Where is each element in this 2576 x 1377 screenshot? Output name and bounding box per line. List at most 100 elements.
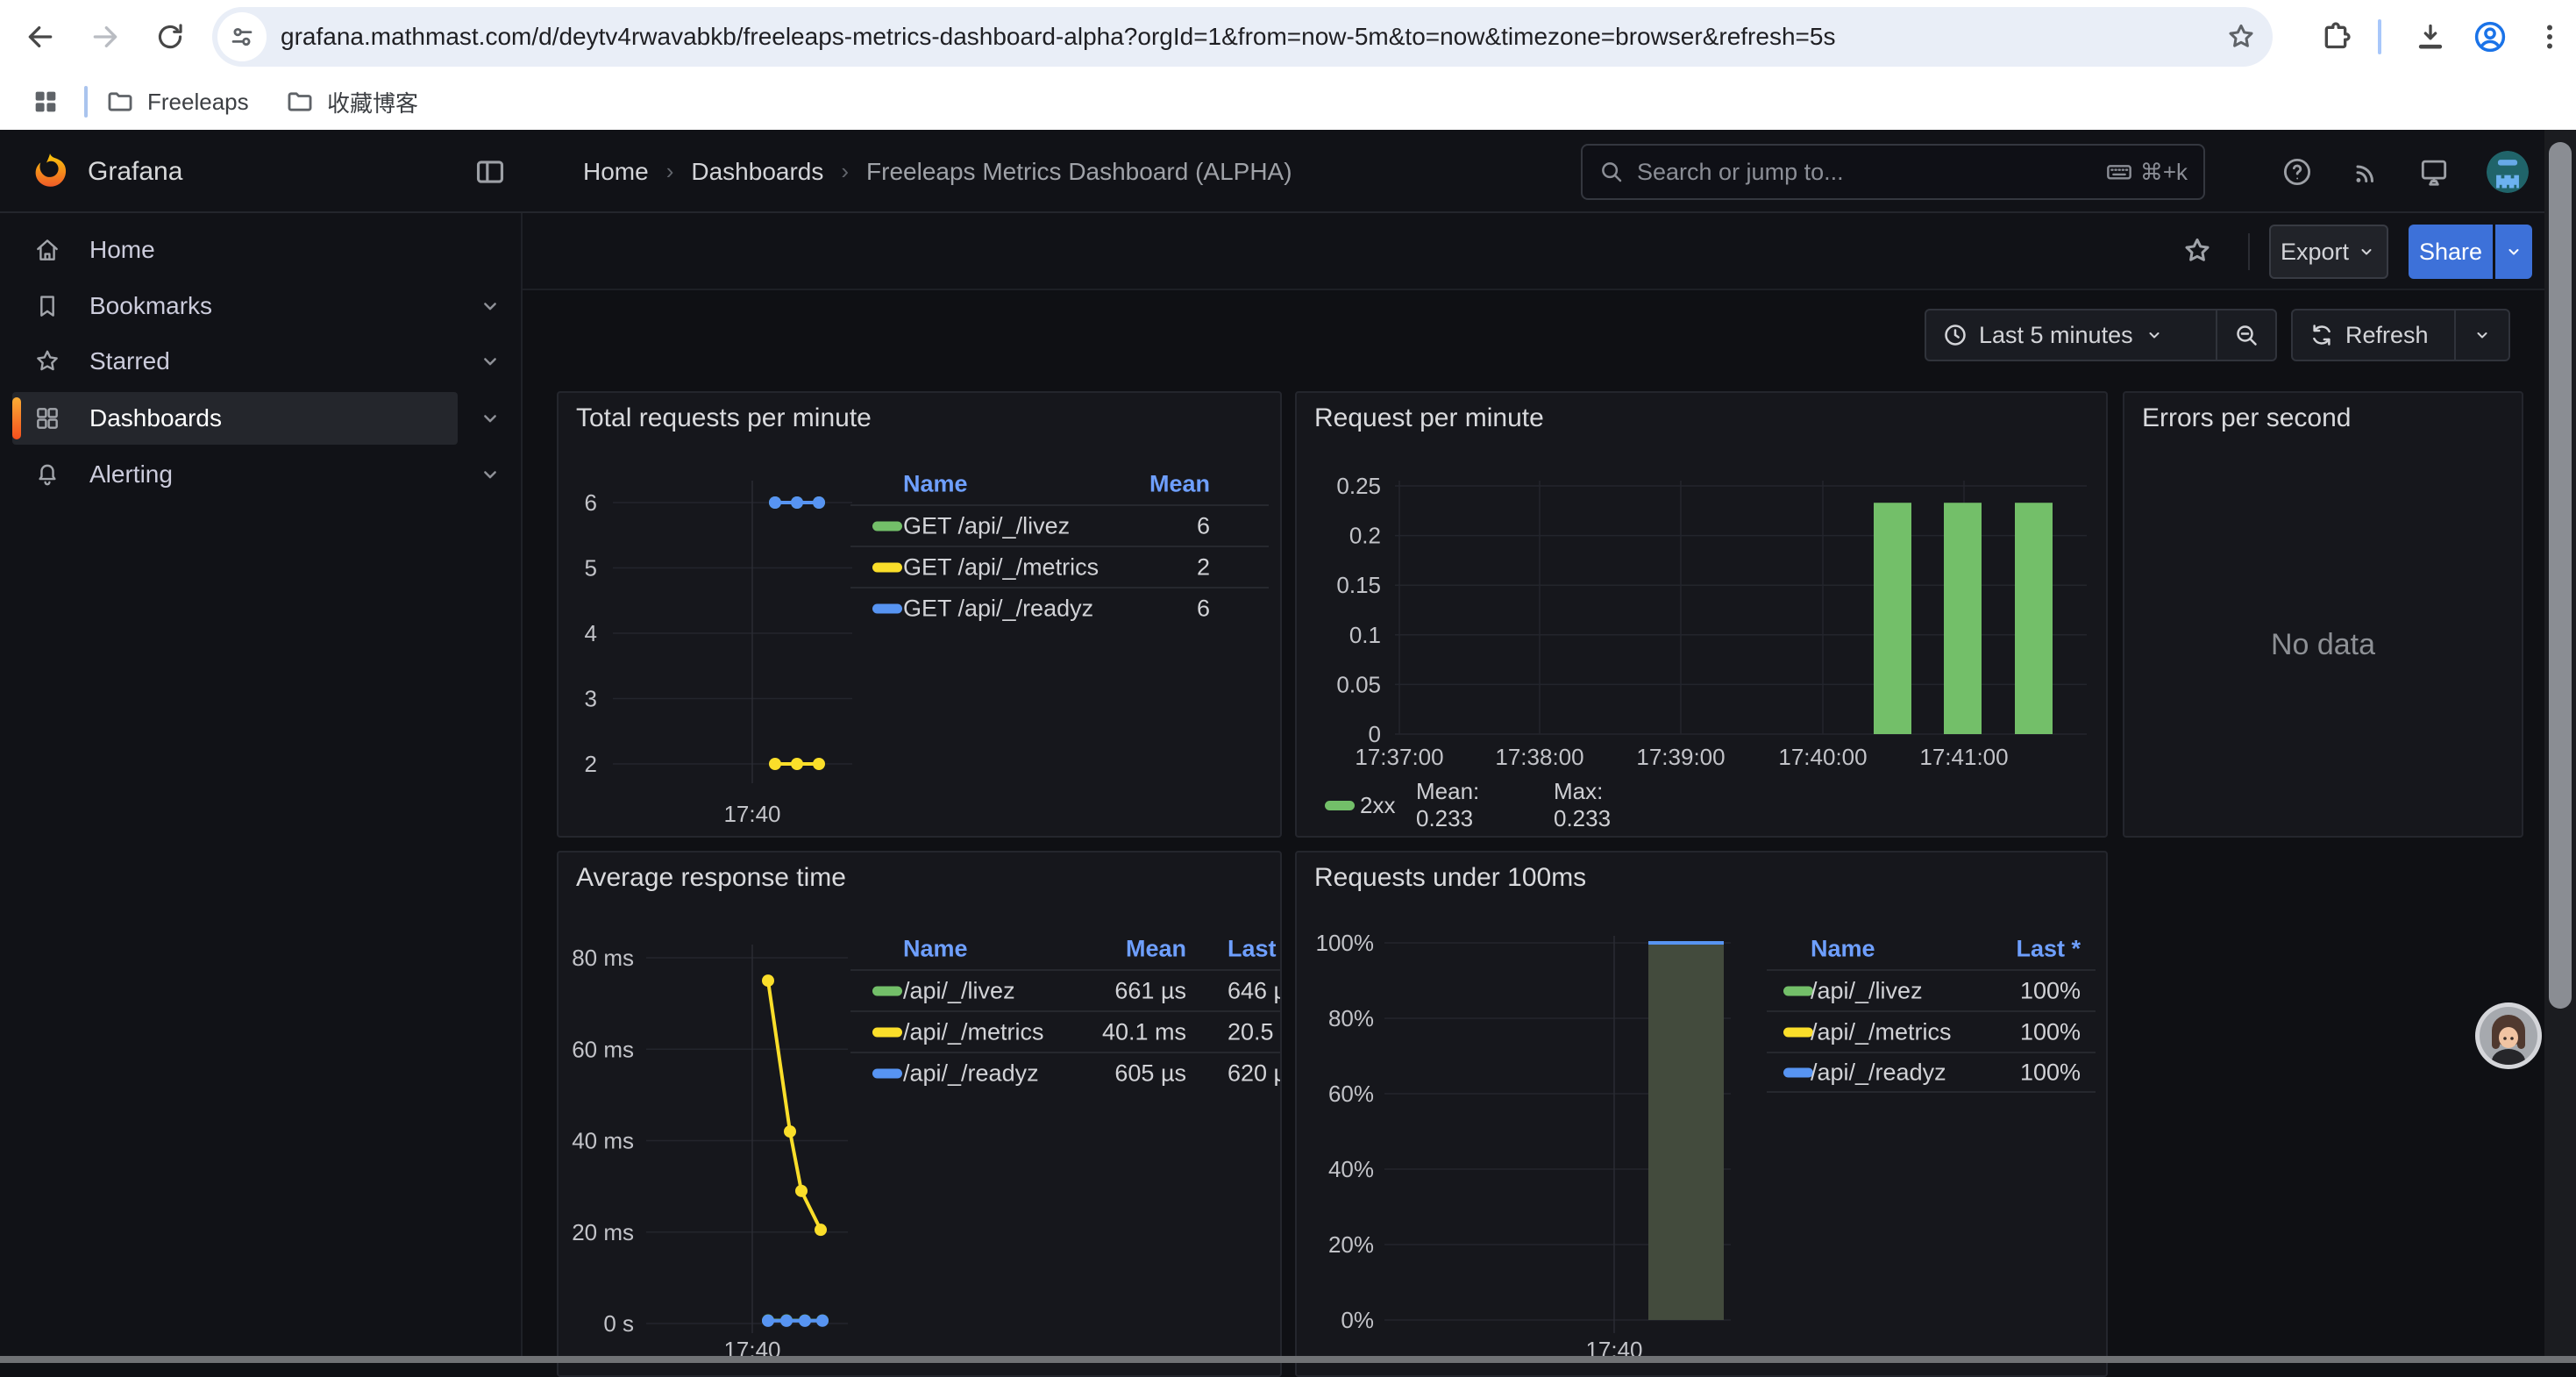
- folder-icon: [285, 87, 315, 117]
- url-input[interactable]: [281, 7, 2183, 67]
- series-mean: 6: [1197, 595, 1210, 622]
- chevron-down-icon[interactable]: [477, 293, 503, 319]
- bookmarks-bar: Freeleaps 收藏博客: [0, 74, 2576, 130]
- download-icon[interactable]: [2406, 12, 2455, 61]
- refresh-button[interactable]: Refresh: [2293, 310, 2454, 360]
- legend-row[interactable]: GET /api/_/livez6: [850, 504, 1269, 546]
- apps-grid-icon[interactable]: [26, 84, 65, 119]
- legend-row[interactable]: GET /api/_/metrics2: [850, 546, 1269, 587]
- sidebar-item-alerting[interactable]: Alerting: [12, 448, 458, 501]
- series-swatch: [872, 562, 902, 572]
- bookmark-star-icon[interactable]: [2224, 19, 2259, 54]
- svg-text:2: 2: [585, 751, 597, 777]
- browser-reload-icon[interactable]: [146, 12, 195, 61]
- legend-row[interactable]: /api/_/livez100%: [1767, 969, 2096, 1010]
- series-last: 646 µs: [1228, 977, 1280, 1004]
- zoom-out-icon: [2233, 322, 2259, 348]
- sidebar-item-home[interactable]: Home: [12, 224, 458, 276]
- svg-text:80 ms: 80 ms: [572, 945, 634, 971]
- svg-text:4: 4: [585, 620, 597, 646]
- site-settings-icon[interactable]: [217, 12, 267, 61]
- series-name: /api/_/readyz: [1811, 1059, 1946, 1086]
- assistant-avatar[interactable]: [2474, 1002, 2543, 1070]
- browser-back-icon[interactable]: [16, 12, 65, 61]
- bookmark-folder-blogs[interactable]: 收藏博客: [285, 81, 418, 123]
- series-last: 20.5 ms: [1228, 1018, 1280, 1045]
- kiosk-monitor-icon[interactable]: [2413, 151, 2455, 193]
- extensions-icon[interactable]: [2311, 12, 2360, 61]
- svg-text:0.15: 0.15: [1336, 572, 1381, 598]
- svg-text:17:38:00: 17:38:00: [1495, 744, 1583, 770]
- svg-text:40 ms: 40 ms: [572, 1128, 634, 1154]
- legend-row[interactable]: /api/_/readyz605 µs620 µs: [850, 1052, 1280, 1093]
- chevron-down-icon: [2144, 325, 2165, 346]
- refresh-controls: Refresh: [2291, 309, 2510, 361]
- share-dropdown-button[interactable]: [2495, 225, 2532, 279]
- dock-menu-icon[interactable]: [473, 155, 507, 189]
- favorite-star-icon[interactable]: [2176, 230, 2218, 272]
- legend-table: NameMeanLast */api/_/livez661 µs646 µs/a…: [850, 929, 1280, 1093]
- sidebar-item-label: Alerting: [89, 460, 173, 489]
- search-box[interactable]: ⌘+k: [1581, 144, 2205, 200]
- legend-row[interactable]: /api/_/metrics100%: [1767, 1010, 2096, 1052]
- series-mean: 6: [1197, 512, 1210, 539]
- keyboard-icon: [2105, 158, 2133, 186]
- url-bar[interactable]: [212, 7, 2273, 67]
- legend-row[interactable]: /api/_/readyz100%: [1767, 1052, 2096, 1093]
- bookmarks-divider: [84, 86, 88, 118]
- panel-request-per-minute: Request per minute 0.250.20.150.10.05017…: [1295, 391, 2108, 838]
- bottom-scrollbar[interactable]: [0, 1356, 2576, 1363]
- bookmark-folder-label: 收藏博客: [327, 86, 418, 118]
- refresh-interval-dropdown[interactable]: [2454, 310, 2508, 360]
- breadcrumb-separator: ›: [666, 158, 674, 185]
- legend-table-header[interactable]: NameLast *: [1767, 929, 2096, 969]
- grafana-brand[interactable]: Grafana: [88, 130, 182, 213]
- search-shortcut: ⌘+k: [2105, 158, 2188, 186]
- sidebar-item-dashboards[interactable]: Dashboards: [12, 392, 458, 445]
- search-input[interactable]: [1637, 159, 2105, 186]
- chevron-down-icon[interactable]: [477, 348, 503, 375]
- legend-table-header[interactable]: NameMeanLast *: [850, 929, 1280, 969]
- page-scrollbar-thumb[interactable]: [2549, 142, 2572, 1009]
- column-name: Name: [903, 936, 968, 963]
- grafana-logo-icon[interactable]: [30, 151, 70, 191]
- chevron-down-icon[interactable]: [477, 405, 503, 432]
- grafana-header: Grafana Home › Dashboards › Freeleaps Me…: [0, 130, 2576, 213]
- time-range-picker[interactable]: Last 5 minutes: [1925, 309, 2277, 361]
- news-rss-icon[interactable]: [2345, 151, 2387, 193]
- legend-row[interactable]: GET /api/_/readyz6: [850, 587, 1269, 628]
- legend-row[interactable]: /api/_/livez661 µs646 µs: [850, 969, 1280, 1010]
- column-last: Last *: [2016, 936, 2081, 963]
- legend-row[interactable]: /api/_/metrics40.1 ms20.5 ms: [850, 1010, 1280, 1052]
- breadcrumb-separator: ›: [841, 158, 849, 185]
- export-button[interactable]: Export: [2269, 225, 2388, 279]
- series-swatch: [872, 1068, 902, 1078]
- user-avatar[interactable]: [2487, 151, 2529, 193]
- star-icon: [33, 347, 61, 375]
- time-range-label: Last 5 minutes: [1979, 322, 2133, 349]
- profile-icon[interactable]: [2466, 12, 2515, 61]
- folder-icon: [105, 87, 135, 117]
- svg-text:20 ms: 20 ms: [572, 1219, 634, 1245]
- breadcrumb-home[interactable]: Home: [583, 158, 649, 186]
- bookmark-folder-freeleaps[interactable]: Freeleaps: [105, 81, 249, 123]
- help-icon[interactable]: [2276, 151, 2318, 193]
- column-mean: Mean: [1149, 471, 1210, 498]
- sidebar-item-label: Bookmarks: [89, 292, 212, 320]
- breadcrumb-dashboards[interactable]: Dashboards: [691, 158, 823, 186]
- browser-forward-icon[interactable]: [81, 12, 130, 61]
- share-button[interactable]: Share: [2409, 225, 2493, 279]
- svg-text:20%: 20%: [1328, 1231, 1374, 1258]
- series-last: 100%: [2020, 1018, 2081, 1045]
- chevron-down-icon[interactable]: [477, 461, 503, 488]
- browser-menu-icon[interactable]: [2525, 12, 2574, 61]
- request-per-minute-chart[interactable]: 0.250.20.150.10.05017:37:0017:38:0017:39…: [1297, 393, 2106, 788]
- subheader-divider: [2248, 233, 2250, 270]
- series-name: /api/_/livez: [903, 977, 1015, 1004]
- sidebar-item-starred[interactable]: Starred: [12, 335, 458, 388]
- svg-text:0.05: 0.05: [1336, 671, 1381, 697]
- zoom-out-button[interactable]: [2216, 310, 2275, 360]
- legend-table-header[interactable]: NameMean: [850, 464, 1269, 504]
- panel-title[interactable]: Errors per second: [2142, 403, 2351, 433]
- sidebar-item-bookmarks[interactable]: Bookmarks: [12, 280, 458, 332]
